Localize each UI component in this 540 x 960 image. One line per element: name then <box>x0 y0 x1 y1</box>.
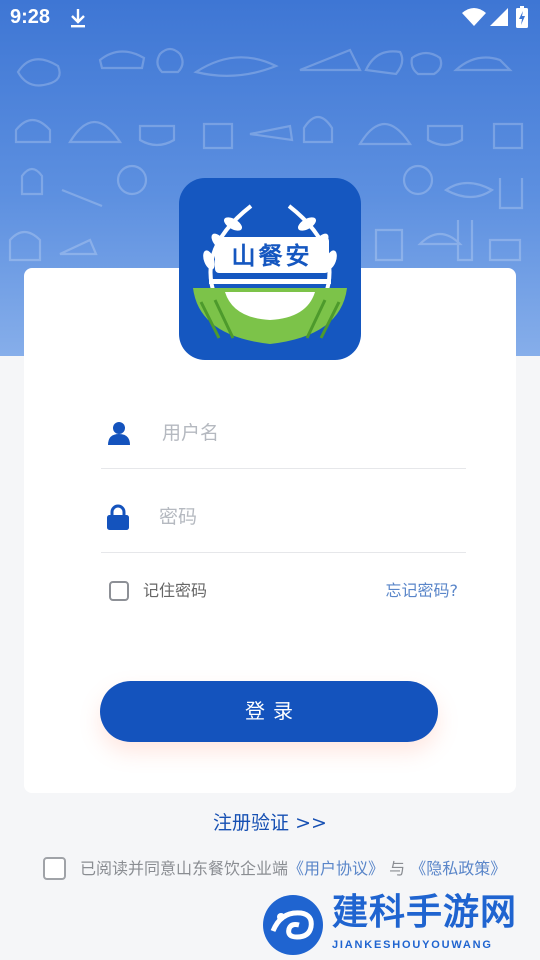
download-icon <box>71 9 85 28</box>
login-button[interactable]: 登录 <box>100 681 438 742</box>
password-input[interactable] <box>159 500 449 534</box>
user-agreement-link[interactable]: 《用户协议》 <box>288 859 384 878</box>
watermark-title: 建科手游网 <box>332 892 518 933</box>
forgot-password-link[interactable]: 忘记密码? <box>386 581 459 601</box>
status-time: 9:28 <box>10 6 51 28</box>
status-bar: 9:28 <box>0 0 540 36</box>
watermark-subtitle: JIANKESHOUYOUWANG <box>332 939 493 951</box>
privacy-policy-link[interactable]: 《隐私政策》 <box>410 859 506 878</box>
agreement-checkbox[interactable] <box>43 857 66 880</box>
agreement-connector: 与 <box>389 859 406 878</box>
remember-password-checkbox[interactable] <box>109 581 129 601</box>
signal-icon <box>490 8 508 26</box>
agreement-text: 已阅读并同意山东餐饮企业端《用户协议》 与 《隐私政策》 <box>80 858 506 880</box>
remember-password-label: 记住密码 <box>143 581 208 600</box>
password-divider <box>101 552 466 553</box>
wifi-icon <box>462 8 486 26</box>
register-verification-link[interactable]: 注册验证 >> <box>0 808 540 835</box>
agreement-prefix: 已阅读并同意山东餐饮企业端 <box>80 859 289 878</box>
battery-icon <box>516 6 528 28</box>
logo-text: 山餐安 <box>231 242 313 270</box>
user-icon <box>108 422 130 445</box>
watermark-logo-icon <box>263 895 323 955</box>
login-screen: 9:28 山餐安 用户名 记住密码 忘记密码? 登录 注册验证 >> 已阅读并同… <box>0 0 540 960</box>
username-input[interactable] <box>162 416 452 450</box>
username-divider <box>101 468 466 469</box>
lock-icon <box>107 504 129 530</box>
